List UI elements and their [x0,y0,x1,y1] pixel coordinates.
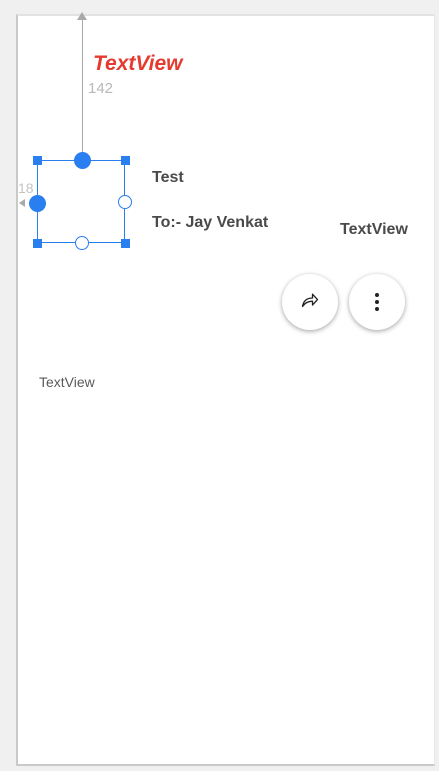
selected-image-view[interactable] [37,160,125,243]
top-constraint-line[interactable] [82,18,83,160]
constraint-anchor-bottom[interactable] [75,236,89,250]
left-constraint-arrowhead [19,199,25,207]
right-textview[interactable]: TextView [340,221,408,239]
constraint-target-label: TextView [93,52,183,75]
constraint-anchor-right[interactable] [118,195,132,209]
left-constraint-value: 18 [18,180,34,196]
phone-preview-frame [16,14,435,766]
share-button[interactable] [282,274,338,330]
layout-editor-canvas: TextView 142 18 Test To:- Jay Venkat Tex… [0,0,439,771]
share-arrow-icon [301,292,319,313]
top-constraint-value: 142 [88,80,114,97]
more-options-button[interactable] [349,274,405,330]
constraint-anchor-left[interactable] [29,195,46,212]
left-textview[interactable]: TextView [39,374,95,390]
recipient-textview[interactable]: To:- Jay Venkat [152,214,268,232]
resize-handle-top-right[interactable] [121,156,130,165]
resize-handle-bottom-left[interactable] [33,239,42,248]
resize-handle-bottom-right[interactable] [121,239,130,248]
title-textview[interactable]: Test [152,169,184,187]
resize-handle-top-left[interactable] [33,156,42,165]
constraint-anchor-top[interactable] [74,152,91,169]
more-vert-icon [375,293,379,311]
